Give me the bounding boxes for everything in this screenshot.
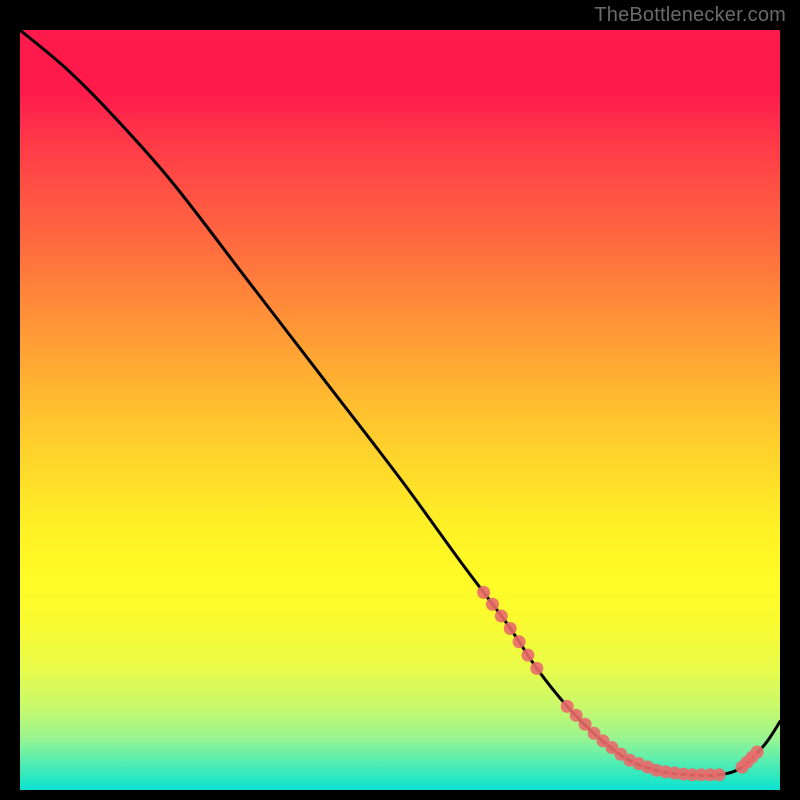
curve-marker-dot: [513, 635, 526, 648]
chart-svg: [20, 30, 780, 790]
chart-plot-area: [20, 30, 780, 790]
curve-marker-dot: [486, 598, 499, 611]
bottleneck-curve-line: [20, 30, 780, 776]
curve-marker-dot: [495, 610, 508, 623]
curve-marker-dot: [521, 649, 534, 662]
curve-marker-dot: [713, 768, 726, 781]
attribution-text: TheBottlenecker.com: [594, 4, 786, 27]
curve-marker-dot: [530, 662, 543, 675]
curve-marker-group: [477, 586, 764, 781]
curve-marker-dot: [504, 622, 517, 635]
curve-marker-dot: [751, 746, 764, 759]
curve-marker-dot: [477, 586, 490, 599]
